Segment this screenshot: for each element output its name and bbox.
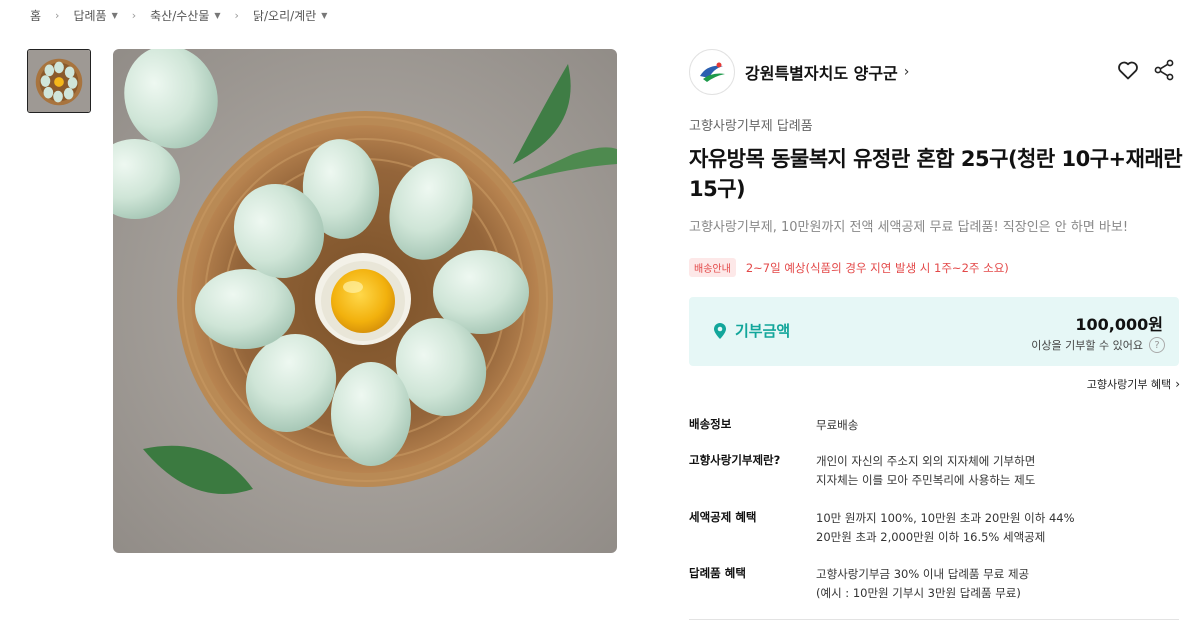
caret-down-icon: ▼ bbox=[214, 10, 221, 20]
info-value-line: (예시 : 10만원 기부시 3만원 답례품 무료) bbox=[816, 586, 1021, 600]
product-title: 자유방목 동물복지 유정란 혼합 25구(청란 10구+재래란 15구) bbox=[689, 147, 1183, 201]
info-row-tax: 세액공제 혜택 10만 원까지 100%, 10만원 초과 20만원 이하 44… bbox=[689, 509, 1075, 547]
info-value-line: 10만 원까지 100%, 10만원 초과 20만원 이하 44% bbox=[816, 511, 1075, 525]
shipping-notice: 배송안내 2~7일 예상(식품의 경우 지연 발생 시 1주~2주 소요) bbox=[689, 258, 1009, 277]
donation-label-text: 기부금액 bbox=[735, 322, 791, 340]
donation-label: 기부금액 bbox=[713, 320, 790, 341]
breadcrumb-poultry[interactable]: 닭/오리/계란 ▼ bbox=[253, 7, 327, 24]
breadcrumb-gifts[interactable]: 답례품 ▼ bbox=[73, 7, 117, 24]
info-label: 고향사랑기부제란? bbox=[689, 453, 781, 467]
breadcrumb-label: 홈 bbox=[30, 8, 42, 23]
info-value-line: 개인이 자신의 주소지 외의 지자체에 기부하면 bbox=[816, 454, 1036, 468]
product-category: 고향사랑기부제 답례품 bbox=[689, 119, 813, 134]
benefit-link-text: 고향사랑기부 혜택 bbox=[1086, 378, 1172, 391]
breadcrumb-separator-icon: › bbox=[131, 8, 137, 22]
seller-link[interactable]: 강원특별자치도 양구군 › bbox=[689, 49, 909, 95]
breadcrumb-label: 축산/수산물 bbox=[150, 8, 210, 23]
info-value-line: 고향사랑기부금 30% 이내 답례품 무료 제공 bbox=[816, 567, 1030, 581]
info-label: 세액공제 혜택 bbox=[689, 510, 757, 524]
info-value: 개인이 자신의 주소지 외의 지자체에 기부하면 지자체는 이를 모아 주민복리… bbox=[816, 452, 1035, 490]
seller-name: 강원특별자치도 양구군 bbox=[745, 64, 898, 83]
product-subtitle: 고향사랑기부제, 10만원까지 전액 세액공제 무료 답례품! 직장인은 안 하… bbox=[689, 220, 1129, 235]
breadcrumb-label: 답례품 bbox=[73, 8, 107, 23]
breadcrumb-livestock[interactable]: 축산/수산물 ▼ bbox=[150, 7, 220, 24]
donation-note-text: 이상을 기부할 수 있어요 bbox=[1031, 339, 1143, 352]
product-main-image bbox=[113, 49, 617, 553]
info-row-shipping: 배송정보 무료배송 bbox=[689, 416, 858, 435]
location-pin-icon bbox=[714, 322, 726, 339]
help-icon[interactable]: ? bbox=[1149, 337, 1165, 353]
breadcrumb-separator-icon: › bbox=[234, 8, 239, 22]
shipping-estimate: 2~7일 예상(식품의 경우 지연 발생 시 1주~2주 소요) bbox=[745, 260, 1009, 275]
share-icon[interactable] bbox=[1152, 58, 1176, 82]
shipping-badge: 배송안내 bbox=[689, 258, 736, 277]
heart-icon[interactable] bbox=[1116, 58, 1140, 82]
info-value: 고향사랑기부금 30% 이내 답례품 무료 제공 (예시 : 10만원 기부시 … bbox=[816, 565, 1029, 603]
donation-amount: 100,000원 bbox=[1075, 315, 1163, 334]
chevron-right-icon: › bbox=[1175, 377, 1180, 391]
info-value-line: 지자체는 이를 모아 주민복리에 사용하는 제도 bbox=[816, 473, 1036, 487]
product-thumbnail[interactable] bbox=[27, 49, 91, 113]
chevron-right-icon: › bbox=[903, 64, 910, 80]
info-value: 무료배송 bbox=[816, 418, 859, 432]
benefit-link[interactable]: 고향사랑기부 혜택 › bbox=[1087, 376, 1180, 392]
breadcrumb-label: 닭/오리/계란 bbox=[252, 8, 317, 23]
info-value-line: 20만원 초과 2,000만원 이하 16.5% 세액공제 bbox=[816, 530, 1046, 544]
divider bbox=[689, 619, 1179, 620]
info-row-what-is: 고향사랑기부제란? 개인이 자신의 주소지 외의 지자체에 기부하면 지자체는 … bbox=[689, 452, 1035, 490]
caret-down-icon: ▼ bbox=[111, 10, 118, 20]
info-label: 답례품 혜택 bbox=[689, 566, 746, 580]
breadcrumb-separator-icon: › bbox=[55, 8, 60, 22]
breadcrumb-home[interactable]: 홈 bbox=[30, 7, 41, 24]
caret-down-icon: ▼ bbox=[321, 10, 328, 20]
seller-logo-icon bbox=[689, 49, 735, 95]
info-label: 배송정보 bbox=[689, 417, 732, 431]
breadcrumb: 홈 › 답례품 ▼ › 축산/수산물 ▼ › 닭/오리/계란 ▼ bbox=[30, 6, 327, 24]
info-value: 10만 원까지 100%, 10만원 초과 20만원 이하 44% 20만원 초… bbox=[816, 509, 1075, 547]
donation-amount-box: 기부금액 100,000원 이상을 기부할 수 있어요 ? bbox=[689, 297, 1179, 366]
donation-note: 이상을 기부할 수 있어요 ? bbox=[1031, 337, 1165, 353]
egg-basket-image bbox=[113, 49, 617, 553]
info-row-gift: 답례품 혜택 고향사랑기부금 30% 이내 답례품 무료 제공 (예시 : 10… bbox=[689, 565, 1029, 603]
egg-basket-thumbnail-image bbox=[28, 50, 90, 112]
